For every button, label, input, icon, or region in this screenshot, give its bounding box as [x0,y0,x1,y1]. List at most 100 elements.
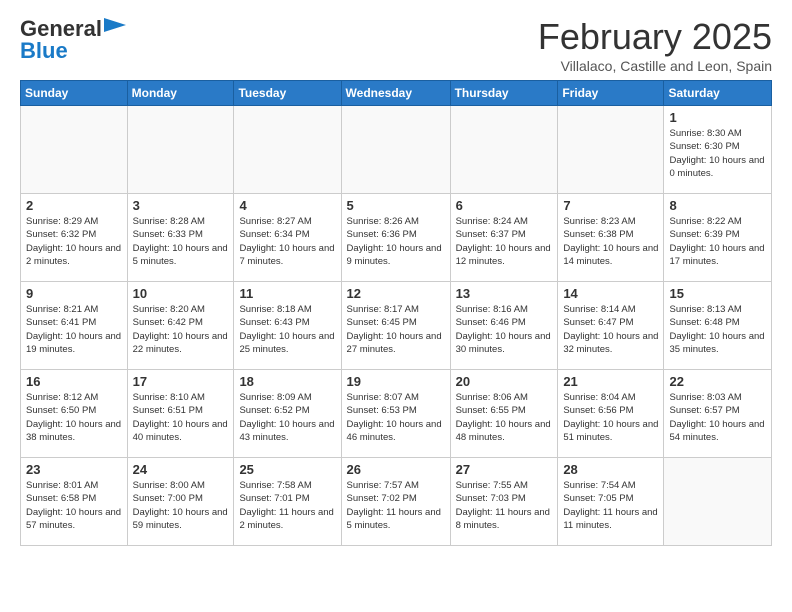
day-number-3-5: 21 [563,374,658,389]
cell-1-5: 7 Sunrise: 8:23 AM Sunset: 6:38 PM Daylig… [558,194,664,282]
cell-2-5: 14 Sunrise: 8:14 AM Sunset: 6:47 PM Dayli… [558,282,664,370]
header-monday: Monday [127,81,234,106]
day-info-3-4: Sunrise: 8:06 AM Sunset: 6:55 PM Dayligh… [456,391,553,444]
logo-blue-text: Blue [20,38,68,64]
cell-2-3: 12Sunrise: 8:17 AM Sunset: 6:45 PM Dayli… [341,282,450,370]
cell-2-4: 13 Sunrise: 8:16 AM Sunset: 6:46 PM Dayli… [450,282,558,370]
day-number-3-2: 18 [239,374,335,389]
header-row: Sunday Monday Tuesday Wednesday Thursday… [21,81,772,106]
day-number-3-1: 17 [133,374,229,389]
day-number-3-4: 20 [456,374,553,389]
week-row-2: 9 Sunrise: 8:21 AM Sunset: 6:41 PM Daylig… [21,282,772,370]
day-info-4-5: Sunrise: 7:54 AM Sunset: 7:05 PM Dayligh… [563,479,658,532]
day-info-2-6: Sunrise: 8:13 AM Sunset: 6:48 PM Dayligh… [669,303,766,356]
day-info-1-4: Sunrise: 8:24 AM Sunset: 6:37 PM Dayligh… [456,215,553,268]
day-number-1-3: 5 [347,198,445,213]
day-info-3-6: Sunrise: 8:03 AM Sunset: 6:57 PM Dayligh… [669,391,766,444]
day-info-1-5: Sunrise: 8:23 AM Sunset: 6:38 PM Dayligh… [563,215,658,268]
cell-3-3: 19Sunrise: 8:07 AM Sunset: 6:53 PM Dayli… [341,370,450,458]
header-saturday: Saturday [664,81,772,106]
day-info-2-1: Sunrise: 8:20 AM Sunset: 6:42 PM Dayligh… [133,303,229,356]
cell-1-4: 6 Sunrise: 8:24 AM Sunset: 6:37 PM Daylig… [450,194,558,282]
day-number-3-3: 19 [347,374,445,389]
header: General Blue February 2025 Villalaco, Ca… [20,16,772,74]
cell-3-1: 17 Sunrise: 8:10 AM Sunset: 6:51 PM Dayli… [127,370,234,458]
day-number-2-6: 15 [669,286,766,301]
week-row-0: 1Sunrise: 8:30 AM Sunset: 6:30 PM Daylig… [21,106,772,194]
day-number-2-5: 14 [563,286,658,301]
cell-4-4: 27 Sunrise: 7:55 AM Sunset: 7:03 PM Dayli… [450,458,558,546]
cell-1-6: 8 Sunrise: 8:22 AM Sunset: 6:39 PM Daylig… [664,194,772,282]
day-info-1-2: Sunrise: 8:27 AM Sunset: 6:34 PM Dayligh… [239,215,335,268]
day-number-4-1: 24 [133,462,229,477]
day-number-1-6: 8 [669,198,766,213]
day-info-4-3: Sunrise: 7:57 AM Sunset: 7:02 PM Dayligh… [347,479,445,532]
cell-4-3: 26 Sunrise: 7:57 AM Sunset: 7:02 PM Dayli… [341,458,450,546]
day-info-4-4: Sunrise: 7:55 AM Sunset: 7:03 PM Dayligh… [456,479,553,532]
week-row-3: 16 Sunrise: 8:12 AM Sunset: 6:50 PM Dayli… [21,370,772,458]
header-friday: Friday [558,81,664,106]
day-number-1-5: 7 [563,198,658,213]
day-number-3-6: 22 [669,374,766,389]
calendar-subtitle: Villalaco, Castille and Leon, Spain [538,58,772,74]
logo: General Blue [20,16,126,64]
day-number-1-1: 3 [133,198,229,213]
week-row-1: 2 Sunrise: 8:29 AM Sunset: 6:32 PM Daylig… [21,194,772,282]
cell-3-0: 16 Sunrise: 8:12 AM Sunset: 6:50 PM Dayli… [21,370,128,458]
day-info-2-3: Sunrise: 8:17 AM Sunset: 6:45 PM Dayligh… [347,303,445,356]
cell-4-2: 25Sunrise: 7:58 AM Sunset: 7:01 PM Dayli… [234,458,341,546]
day-number-2-1: 10 [133,286,229,301]
cell-4-0: 23 Sunrise: 8:01 AM Sunset: 6:58 PM Dayli… [21,458,128,546]
cell-4-6 [664,458,772,546]
day-info-1-3: Sunrise: 8:26 AM Sunset: 6:36 PM Dayligh… [347,215,445,268]
header-wednesday: Wednesday [341,81,450,106]
day-number-2-4: 13 [456,286,553,301]
day-number-1-2: 4 [239,198,335,213]
day-number-1-4: 6 [456,198,553,213]
cell-0-0 [21,106,128,194]
cell-1-3: 5 Sunrise: 8:26 AM Sunset: 6:36 PM Daylig… [341,194,450,282]
cell-3-5: 21 Sunrise: 8:04 AM Sunset: 6:56 PM Dayli… [558,370,664,458]
cell-2-0: 9 Sunrise: 8:21 AM Sunset: 6:41 PM Daylig… [21,282,128,370]
cell-1-2: 4 Sunrise: 8:27 AM Sunset: 6:34 PM Daylig… [234,194,341,282]
day-info-2-4: Sunrise: 8:16 AM Sunset: 6:46 PM Dayligh… [456,303,553,356]
title-block: February 2025 Villalaco, Castille and Le… [538,16,772,74]
day-info-3-1: Sunrise: 8:10 AM Sunset: 6:51 PM Dayligh… [133,391,229,444]
day-number-1-0: 2 [26,198,122,213]
day-info-2-0: Sunrise: 8:21 AM Sunset: 6:41 PM Dayligh… [26,303,122,356]
day-number-3-0: 16 [26,374,122,389]
logo-arrow-icon [104,18,126,37]
cell-3-4: 20 Sunrise: 8:06 AM Sunset: 6:55 PM Dayli… [450,370,558,458]
day-info-1-1: Sunrise: 8:28 AM Sunset: 6:33 PM Dayligh… [133,215,229,268]
day-info-4-0: Sunrise: 8:01 AM Sunset: 6:58 PM Dayligh… [26,479,122,532]
day-info-3-5: Sunrise: 8:04 AM Sunset: 6:56 PM Dayligh… [563,391,658,444]
header-sunday: Sunday [21,81,128,106]
day-number-0-6: 1 [669,110,766,125]
day-info-2-2: Sunrise: 8:18 AM Sunset: 6:43 PM Dayligh… [239,303,335,356]
day-number-4-0: 23 [26,462,122,477]
day-info-4-1: Sunrise: 8:00 AM Sunset: 7:00 PM Dayligh… [133,479,229,532]
cell-0-4 [450,106,558,194]
cell-2-1: 10 Sunrise: 8:20 AM Sunset: 6:42 PM Dayli… [127,282,234,370]
cell-4-1: 24 Sunrise: 8:00 AM Sunset: 7:00 PM Dayli… [127,458,234,546]
day-info-3-0: Sunrise: 8:12 AM Sunset: 6:50 PM Dayligh… [26,391,122,444]
cell-0-2 [234,106,341,194]
week-row-4: 23 Sunrise: 8:01 AM Sunset: 6:58 PM Dayli… [21,458,772,546]
cell-0-3 [341,106,450,194]
cell-2-2: 11 Sunrise: 8:18 AM Sunset: 6:43 PM Dayli… [234,282,341,370]
cell-4-5: 28Sunrise: 7:54 AM Sunset: 7:05 PM Dayli… [558,458,664,546]
calendar-title: February 2025 [538,16,772,58]
cell-1-0: 2 Sunrise: 8:29 AM Sunset: 6:32 PM Daylig… [21,194,128,282]
cell-1-1: 3 Sunrise: 8:28 AM Sunset: 6:33 PM Daylig… [127,194,234,282]
cell-2-6: 15 Sunrise: 8:13 AM Sunset: 6:48 PM Dayli… [664,282,772,370]
calendar-table: Sunday Monday Tuesday Wednesday Thursday… [20,80,772,546]
day-number-2-2: 11 [239,286,335,301]
day-info-1-0: Sunrise: 8:29 AM Sunset: 6:32 PM Dayligh… [26,215,122,268]
day-number-4-4: 27 [456,462,553,477]
day-number-4-3: 26 [347,462,445,477]
day-info-1-6: Sunrise: 8:22 AM Sunset: 6:39 PM Dayligh… [669,215,766,268]
day-info-2-5: Sunrise: 8:14 AM Sunset: 6:47 PM Dayligh… [563,303,658,356]
day-number-4-2: 25 [239,462,335,477]
day-number-2-0: 9 [26,286,122,301]
header-thursday: Thursday [450,81,558,106]
